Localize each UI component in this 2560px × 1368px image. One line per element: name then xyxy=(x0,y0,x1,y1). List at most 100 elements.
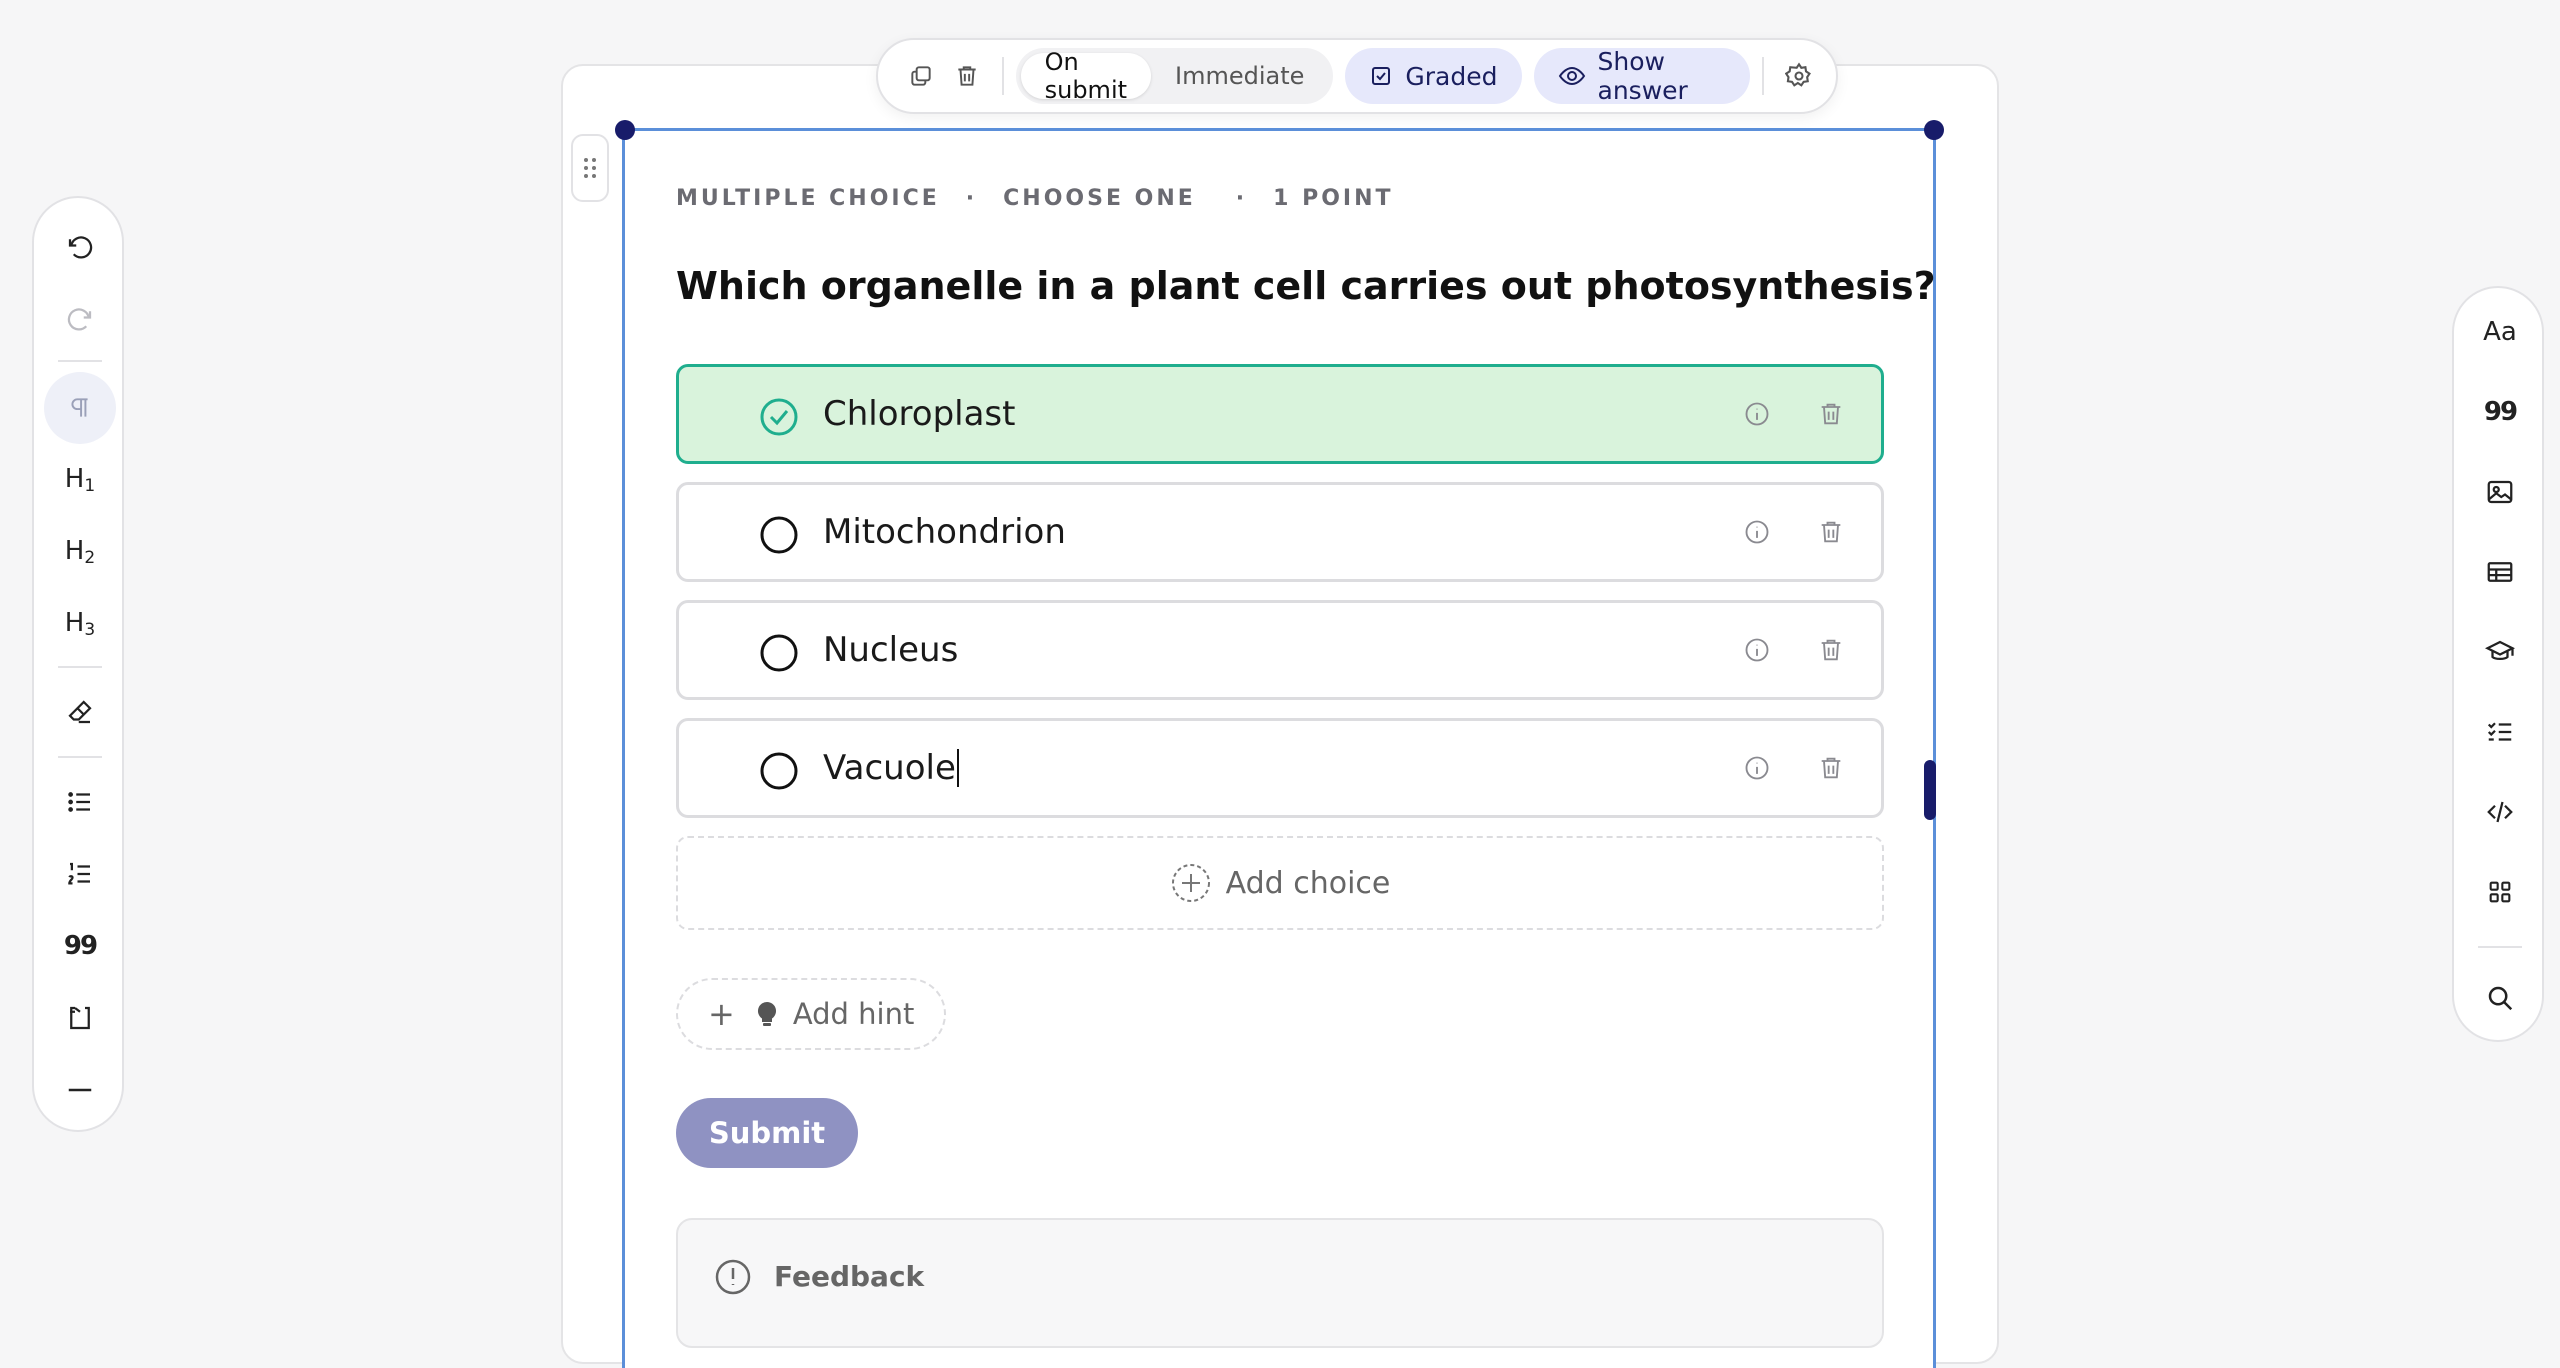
redo-button[interactable] xyxy=(44,284,116,356)
heading-3-button[interactable]: H3 xyxy=(44,588,116,660)
paragraph-button[interactable] xyxy=(44,372,116,444)
feedback-label: Feedback xyxy=(774,1260,925,1293)
rail-divider xyxy=(58,360,102,362)
correct-check-icon[interactable] xyxy=(759,397,799,437)
choice-label-text[interactable]: Vacuole xyxy=(823,748,956,788)
code-icon xyxy=(2487,801,2513,823)
image-icon xyxy=(2487,480,2513,504)
add-circle-icon xyxy=(1170,862,1212,904)
radio-icon[interactable] xyxy=(759,751,799,791)
choice-label[interactable]: Nucleus xyxy=(823,603,958,697)
meta-separator: · xyxy=(1235,186,1248,211)
bullet-list-button[interactable] xyxy=(44,766,116,838)
search-button[interactable] xyxy=(2464,962,2536,1034)
feedback-timing-toggle: On submit Immediate xyxy=(1015,48,1334,104)
checklist-insert-button[interactable] xyxy=(2464,696,2536,768)
choice-mitochondrion[interactable]: Mitochondrion xyxy=(676,482,1884,582)
heading-level: 1 xyxy=(84,476,96,496)
submit-button[interactable]: Submit xyxy=(676,1098,858,1168)
choice-vacuole[interactable]: Vacuole xyxy=(676,718,1884,818)
info-icon[interactable] xyxy=(1743,400,1771,428)
rail-divider xyxy=(58,666,102,668)
gear-icon[interactable] xyxy=(1776,48,1822,104)
table-insert-button[interactable] xyxy=(2464,536,2536,608)
rail-divider xyxy=(58,756,102,758)
toolbar-divider xyxy=(1001,57,1004,95)
quote-icon: 99 xyxy=(2483,397,2518,427)
lightbulb-icon xyxy=(755,1000,779,1028)
heading-level: 2 xyxy=(84,548,96,568)
choice-label[interactable]: Chloroplast xyxy=(823,367,1015,461)
info-icon[interactable] xyxy=(1743,636,1771,664)
question-points[interactable]: 1 POINT xyxy=(1273,186,1393,211)
table-icon xyxy=(2487,562,2513,582)
heading-letter: H xyxy=(64,608,85,638)
graduation-cap-icon xyxy=(2484,640,2516,660)
question-mode: CHOOSE ONE xyxy=(1003,186,1196,211)
heading-1-button[interactable]: H1 xyxy=(44,444,116,516)
add-hint-button[interactable]: + Add hint xyxy=(676,978,946,1050)
checklist-icon xyxy=(2487,722,2512,741)
quiz-insert-button[interactable] xyxy=(2464,616,2536,688)
block-toolbar: On submit Immediate Graded Show answer xyxy=(876,38,1838,114)
choice-nucleus[interactable]: Nucleus xyxy=(676,600,1884,700)
immediate-option[interactable]: Immediate xyxy=(1151,53,1328,99)
trash-icon[interactable] xyxy=(1817,518,1845,546)
undo-icon xyxy=(68,236,93,259)
meta-separator: · xyxy=(965,186,978,211)
drag-grip-icon xyxy=(584,158,596,178)
radio-icon[interactable] xyxy=(759,633,799,673)
format-toolbar: H1 H2 H3 99 xyxy=(32,196,124,1132)
widgets-insert-button[interactable] xyxy=(2464,856,2536,928)
quote-insert-button[interactable]: 99 xyxy=(2464,376,2536,448)
resize-handle-top-left[interactable] xyxy=(615,120,635,140)
search-icon xyxy=(2488,986,2513,1011)
add-choice-button[interactable]: Add choice xyxy=(676,836,1884,930)
resize-handle-top-right[interactable] xyxy=(1924,120,1944,140)
eye-icon xyxy=(1558,64,1586,88)
eraser-icon xyxy=(68,700,92,724)
grid-icon xyxy=(2489,881,2511,903)
text-style-icon: Aa xyxy=(2483,317,2517,347)
code-block-button[interactable] xyxy=(44,982,116,1054)
info-icon[interactable] xyxy=(1743,754,1771,782)
info-icon[interactable] xyxy=(1743,518,1771,546)
add-choice-label: Add choice xyxy=(1225,865,1391,901)
code-block-icon xyxy=(70,1006,90,1030)
trash-icon[interactable] xyxy=(1817,400,1845,428)
question-meta: MULTIPLE CHOICE · CHOOSE ONE · 1 POINT xyxy=(676,186,1394,211)
drag-handle[interactable] xyxy=(571,134,609,202)
duplicate-icon[interactable] xyxy=(898,48,944,104)
quote-button[interactable]: 99 xyxy=(44,910,116,982)
image-insert-button[interactable] xyxy=(2464,456,2536,528)
numbered-list-button[interactable] xyxy=(44,838,116,910)
code-insert-button[interactable] xyxy=(2464,776,2536,848)
trash-icon[interactable] xyxy=(1817,754,1845,782)
trash-icon[interactable] xyxy=(944,48,990,104)
feedback-panel[interactable]: Feedback xyxy=(676,1218,1884,1348)
radio-icon[interactable] xyxy=(759,515,799,555)
show-answer-toggle[interactable]: Show answer xyxy=(1533,47,1751,105)
heading-1-icon: H1 xyxy=(65,464,95,496)
question-text[interactable]: Which organelle in a plant cell carries … xyxy=(676,264,1936,308)
heading-3-icon: H3 xyxy=(65,608,95,640)
on-submit-option[interactable]: On submit xyxy=(1020,48,1152,104)
text-style-button[interactable]: Aa xyxy=(2464,296,2536,368)
heading-2-icon: H2 xyxy=(65,536,95,568)
clear-format-button[interactable] xyxy=(44,676,116,748)
heading-2-button[interactable]: H2 xyxy=(44,516,116,588)
resize-handle-right[interactable] xyxy=(1924,760,1936,820)
numbered-list-icon xyxy=(68,862,90,885)
horizontal-rule-button[interactable] xyxy=(44,1054,116,1126)
trash-icon[interactable] xyxy=(1817,636,1845,664)
choice-label-editing[interactable]: Vacuole xyxy=(823,721,959,815)
paragraph-icon xyxy=(71,398,88,417)
choice-label[interactable]: Mitochondrion xyxy=(823,485,1066,579)
graded-toggle[interactable]: Graded xyxy=(1345,48,1522,104)
bullet-list-icon xyxy=(68,792,90,812)
undo-button[interactable] xyxy=(44,212,116,284)
heading-letter: H xyxy=(64,536,85,566)
rail-divider xyxy=(2478,946,2522,948)
plus-icon: + xyxy=(708,995,735,1033)
choice-chloroplast[interactable]: Chloroplast xyxy=(676,364,1884,464)
